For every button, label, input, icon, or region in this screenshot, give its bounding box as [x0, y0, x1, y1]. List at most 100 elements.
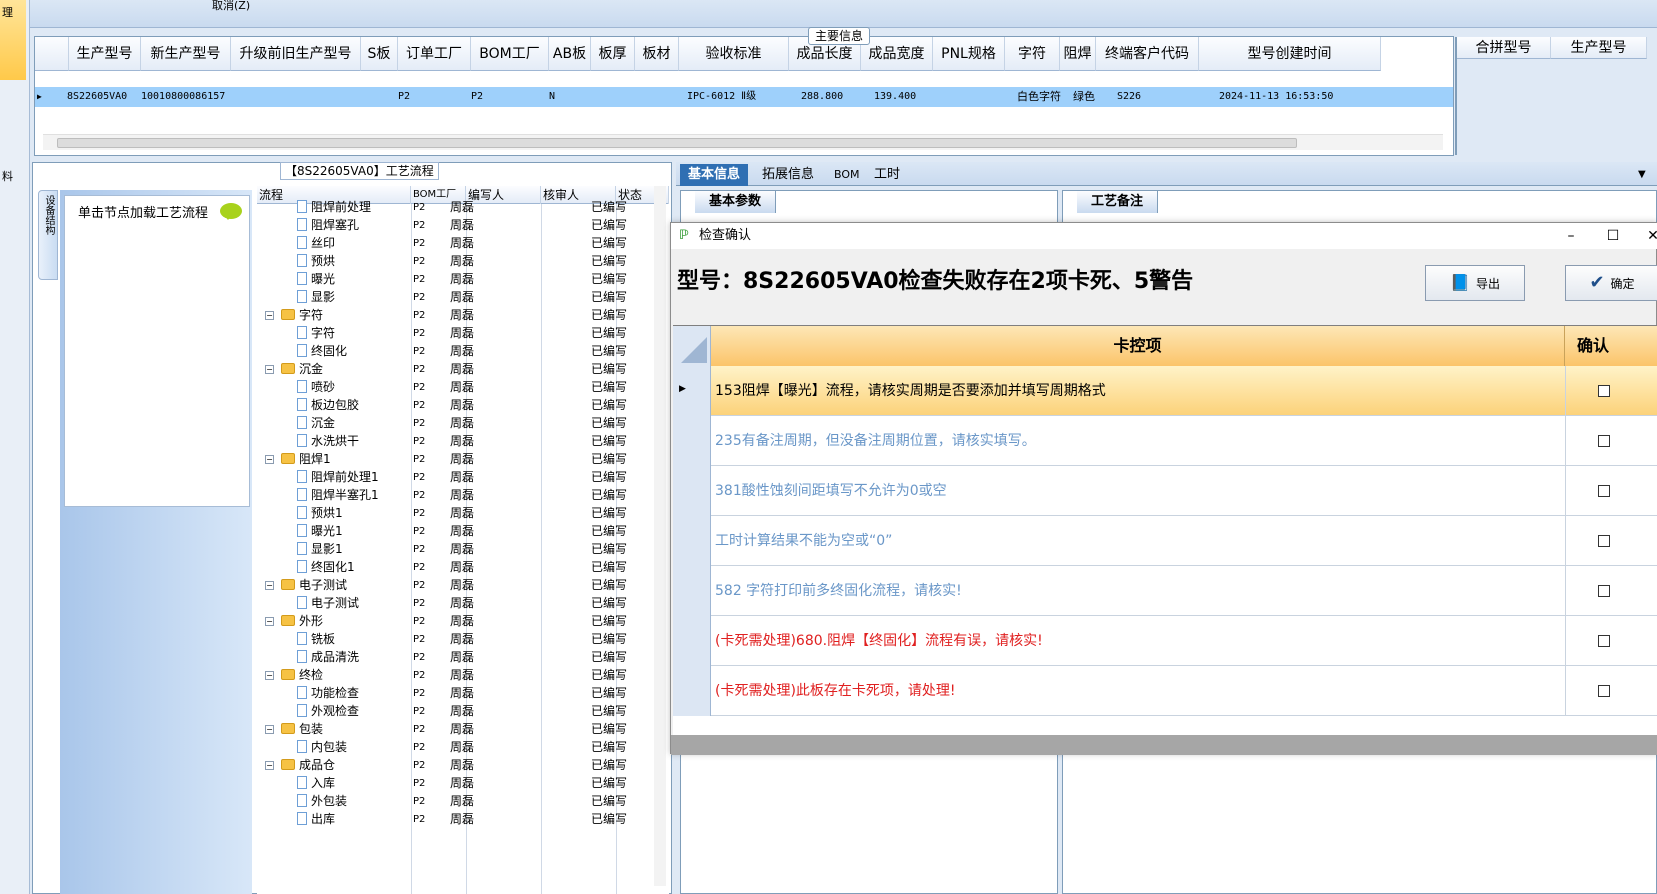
control-item-row[interactable]: 582 字符打印前多终固化流程，请核实!	[673, 566, 1657, 616]
tree-row[interactable]: 板边包胶 P2 周磊 已编写	[257, 396, 669, 415]
collapse-icon[interactable]: −	[265, 365, 274, 374]
confirm-checkbox[interactable]	[1598, 685, 1610, 697]
cancel-button[interactable]: 取消(Z)	[212, 0, 250, 13]
control-item-row[interactable]: ▶ 153阻焊【曝光】流程，请核实周期是否要添加并填写周期格式	[673, 366, 1657, 416]
tree-row[interactable]: 显影1 P2 周磊 已编写	[257, 540, 669, 559]
tab-process-notes[interactable]: 工艺备注	[1077, 191, 1159, 213]
col-header[interactable]: 字符	[1005, 37, 1060, 71]
row-header[interactable]	[673, 566, 711, 616]
tree-row[interactable]: 终固化1 P2 周磊 已编写	[257, 558, 669, 577]
collapse-icon[interactable]: −	[265, 617, 274, 626]
control-item-row[interactable]: 工时计算结果不能为空或“0”	[673, 516, 1657, 566]
confirm-checkbox[interactable]	[1598, 585, 1610, 597]
confirm-checkbox[interactable]	[1598, 535, 1610, 547]
col-header[interactable]: S板	[361, 37, 398, 71]
confirm-checkbox[interactable]	[1598, 635, 1610, 647]
col-header[interactable]: 成品宽度	[861, 37, 933, 71]
col-header[interactable]: 升级前旧生产型号	[231, 37, 361, 71]
node-list[interactable]	[64, 195, 250, 507]
row-header[interactable]	[673, 466, 711, 516]
tree-row[interactable]: 入库 P2 周磊 已编写	[257, 774, 669, 793]
header-corner[interactable]	[35, 37, 69, 71]
col-header[interactable]: 板厚	[591, 37, 635, 71]
dropdown-arrow-icon[interactable]: ▼	[1630, 164, 1654, 186]
col-header[interactable]: 生产型号	[69, 37, 141, 71]
col-header[interactable]: BOM工厂	[471, 37, 549, 71]
tree-row[interactable]: 铣板 P2 周磊 已编写	[257, 630, 669, 649]
collapse-icon[interactable]: −	[265, 455, 274, 464]
table-row[interactable]: ▶ 8S22605VA0 10010800086157 P2 P2 N IPC-…	[35, 87, 1453, 107]
tree-row[interactable]: − 终检 P2 周磊 已编写	[257, 666, 669, 685]
tab-basic-params[interactable]: 基本参数	[695, 191, 777, 213]
tree-row[interactable]: 成品清洗 P2 周磊 已编写	[257, 648, 669, 667]
col-header[interactable]: 新生产型号	[141, 37, 231, 71]
tree-row[interactable]: 阻焊半塞孔1 P2 周磊 已编写	[257, 486, 669, 505]
confirm-button[interactable]: ✔ 确定	[1565, 265, 1657, 301]
control-item-row[interactable]: (卡死需处理)680.阻焊【终固化】流程有误，请核实!	[673, 616, 1657, 666]
tree-row[interactable]: 阻焊前处理 P2 周磊 已编写	[257, 198, 669, 217]
tree-row[interactable]: − 包装 P2 周磊 已编写	[257, 720, 669, 739]
tree-row[interactable]: − 阻焊1 P2 周磊 已编写	[257, 450, 669, 469]
tree-row[interactable]: 终固化 P2 周磊 已编写	[257, 342, 669, 361]
tree-vertical-scrollbar[interactable]	[654, 186, 666, 886]
control-item-row[interactable]: 381酸性蚀刻间距填写不允许为0或空	[673, 466, 1657, 516]
horizontal-scrollbar[interactable]	[43, 134, 1443, 150]
tab-equipment-structure[interactable]: 设备结构	[38, 190, 58, 280]
export-button[interactable]: 📘 导出	[1425, 265, 1525, 301]
collapse-icon[interactable]: −	[265, 671, 274, 680]
tree-row[interactable]: 丝印 P2 周磊 已编写	[257, 234, 669, 253]
col-header[interactable]: 板材	[635, 37, 679, 71]
tree-row[interactable]: 字符 P2 周磊 已编写	[257, 324, 669, 343]
tree-row[interactable]: 功能检查 P2 周磊 已编写	[257, 684, 669, 703]
tree-row[interactable]: − 外形 P2 周磊 已编写	[257, 612, 669, 631]
tree-row[interactable]: 沉金 P2 周磊 已编写	[257, 414, 669, 433]
tree-row[interactable]: 内包装 P2 周磊 已编写	[257, 738, 669, 757]
tab-extended-info[interactable]: 拓展信息	[754, 164, 822, 186]
tree-row[interactable]: 阻焊塞孔 P2 周磊 已编写	[257, 216, 669, 235]
collapse-icon[interactable]: −	[265, 311, 274, 320]
row-header[interactable]	[673, 416, 711, 466]
collapse-icon[interactable]: −	[265, 581, 274, 590]
maximize-icon[interactable]: ☐	[1593, 223, 1633, 249]
col-header[interactable]: 订单工厂	[398, 37, 471, 71]
row-header[interactable]	[673, 616, 711, 666]
tree-row[interactable]: 电子测试 P2 周磊 已编写	[257, 594, 669, 613]
col-header[interactable]: 型号创建时间	[1199, 37, 1381, 71]
tab-work-hours[interactable]: 工时	[866, 164, 908, 186]
tree-row[interactable]: 喷砂 P2 周磊 已编写	[257, 378, 669, 397]
tree-row[interactable]: − 字符 P2 周磊 已编写	[257, 306, 669, 325]
control-item-row[interactable]: 235有备注周期，但没备注周期位置，请核实填写。	[673, 416, 1657, 466]
tree-row[interactable]: − 成品仓 P2 周磊 已编写	[257, 756, 669, 775]
confirm-checkbox[interactable]	[1598, 385, 1610, 397]
control-item-row[interactable]: (卡死需处理)此板存在卡死项，请处理!	[673, 666, 1657, 716]
tree-row[interactable]: 显影 P2 周磊 已编写	[257, 288, 669, 307]
tree-row[interactable]: 预烘1 P2 周磊 已编写	[257, 504, 669, 523]
tree-row[interactable]: 阻焊前处理1 P2 周磊 已编写	[257, 468, 669, 487]
col-header[interactable]: 验收标准	[679, 37, 789, 71]
col-header[interactable]: 阻焊	[1060, 37, 1096, 71]
tree-row[interactable]: 外观检查 P2 周磊 已编写	[257, 702, 669, 721]
collapse-icon[interactable]: −	[265, 725, 274, 734]
tree-row[interactable]: 水洗烘干 P2 周磊 已编写	[257, 432, 669, 451]
tree-row[interactable]: 出库 P2 周磊 已编写	[257, 810, 669, 829]
row-header[interactable]	[673, 666, 711, 716]
tab-bom[interactable]: BOM	[826, 164, 868, 186]
confirm-checkbox[interactable]	[1598, 435, 1610, 447]
row-header[interactable]: ▶	[673, 366, 711, 416]
tab-basic-info[interactable]: 基本信息	[680, 164, 749, 186]
col-header[interactable]: PNL规格	[933, 37, 1005, 71]
tree-row[interactable]: − 电子测试 P2 周磊 已编写	[257, 576, 669, 595]
minimize-icon[interactable]: –	[1551, 223, 1591, 249]
tree-row[interactable]: 外包装 P2 周磊 已编写	[257, 792, 669, 811]
tree-row[interactable]: 曝光1 P2 周磊 已编写	[257, 522, 669, 541]
col-header[interactable]: 终端客户代码	[1096, 37, 1199, 71]
col-header[interactable]: AB板	[549, 37, 591, 71]
confirm-checkbox[interactable]	[1598, 485, 1610, 497]
tree-row[interactable]: 曝光 P2 周磊 已编写	[257, 270, 669, 289]
row-header[interactable]	[673, 516, 711, 566]
tree-row[interactable]: 预烘 P2 周磊 已编写	[257, 252, 669, 271]
tree-row[interactable]: − 沉金 P2 周磊 已编写	[257, 360, 669, 379]
close-icon[interactable]: ✕	[1633, 223, 1657, 249]
select-all-corner[interactable]	[673, 326, 711, 366]
collapse-icon[interactable]: −	[265, 761, 274, 770]
